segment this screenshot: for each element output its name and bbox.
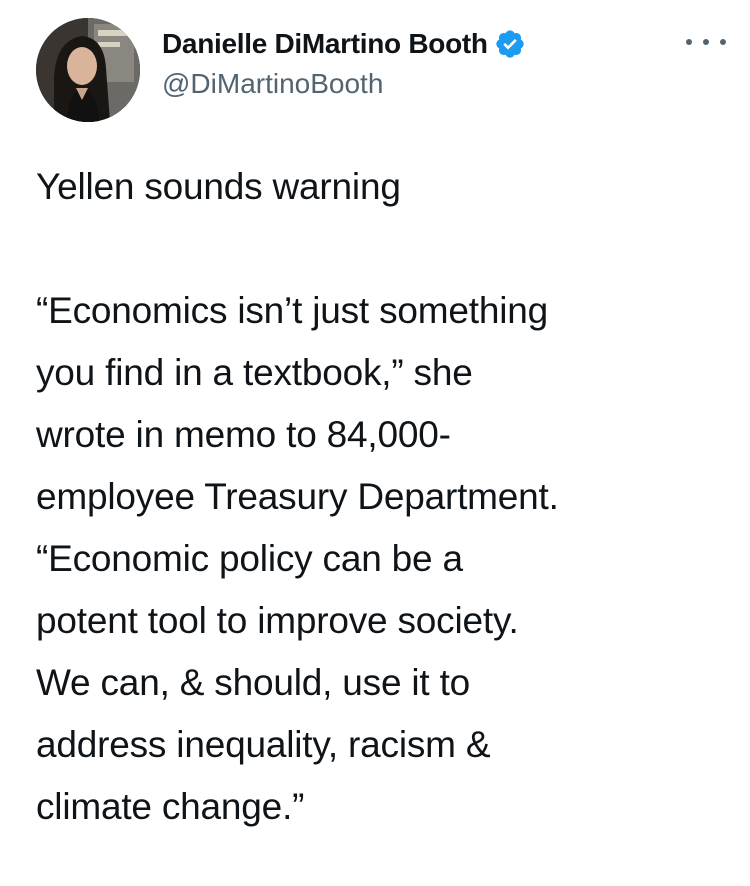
- dot: [720, 39, 726, 45]
- tweet-text-line: you find in a textbook,” she: [36, 352, 473, 393]
- more-options-icon[interactable]: [686, 32, 726, 52]
- tweet-text-line: address inequality, racism &: [36, 724, 491, 765]
- verified-badge-icon: [494, 28, 526, 60]
- avatar-image: [36, 18, 140, 122]
- tweet-text-line: “Economics isn’t just something: [36, 290, 548, 331]
- tweet-header: Danielle DiMartino Booth @DiMartinoBooth: [36, 18, 726, 128]
- tweet[interactable]: Danielle DiMartino Booth @DiMartinoBooth…: [0, 0, 750, 886]
- tweet-text-line: potent tool to improve society.: [36, 600, 519, 641]
- tweet-text-line: Yellen sounds warning: [36, 166, 401, 207]
- name-row: Danielle DiMartino Booth: [162, 24, 526, 64]
- author-handle[interactable]: @DiMartinoBooth: [162, 68, 526, 100]
- dot: [703, 39, 709, 45]
- author-display-name[interactable]: Danielle DiMartino Booth: [162, 28, 488, 60]
- tweet-text-line: “Economic policy can be a: [36, 538, 463, 579]
- avatar[interactable]: [36, 18, 140, 122]
- tweet-text-line: employee Treasury Department.: [36, 476, 559, 517]
- tweet-text-line: [36, 218, 726, 280]
- tweet-text-line: wrote in memo to 84,000-: [36, 414, 451, 455]
- tweet-text-line: We can, & should, use it to: [36, 662, 471, 703]
- tweet-text-line: climate change.”: [36, 786, 305, 827]
- tweet-text: Yellen sounds warning “Economics isn’t j…: [36, 156, 726, 838]
- dot: [686, 39, 692, 45]
- tweet-author: Danielle DiMartino Booth @DiMartinoBooth: [162, 24, 526, 108]
